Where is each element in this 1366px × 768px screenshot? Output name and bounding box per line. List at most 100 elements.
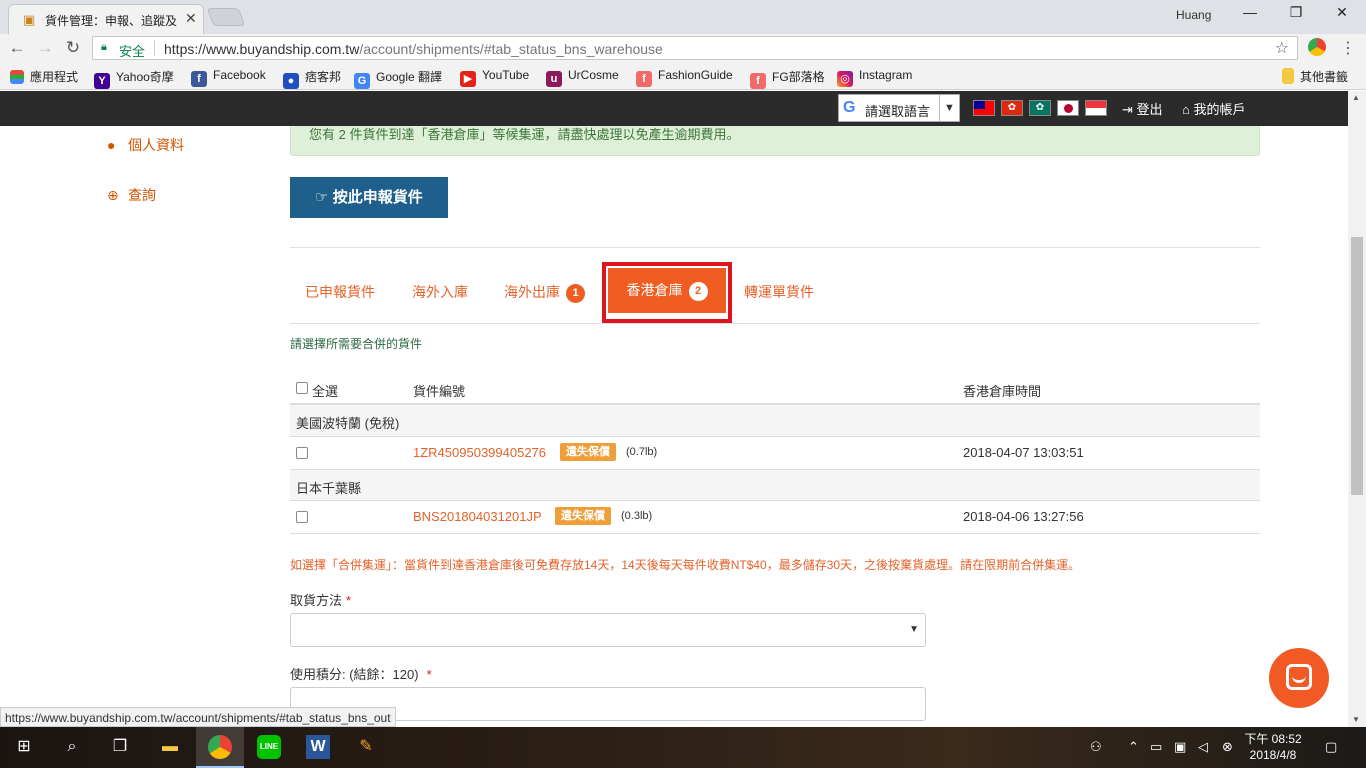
- pickup-method-select[interactable]: ▼: [290, 613, 926, 647]
- flag-macau-icon[interactable]: ✿: [1029, 100, 1051, 116]
- declare-shipment-button[interactable]: ☞ 按此申報貨件: [290, 177, 448, 218]
- tab-label: 海外出庫: [504, 284, 560, 300]
- paint-icon[interactable]: ✎: [354, 735, 378, 759]
- tracking-link[interactable]: 1ZR450950399405276: [413, 445, 546, 460]
- user-icon: ●: [107, 137, 116, 153]
- taskbar-clock[interactable]: 下午 08:52 2018/4/8: [1238, 731, 1308, 763]
- bookmark-yahoo[interactable]: Y Yahoo奇摩: [94, 68, 174, 89]
- scroll-down-icon[interactable]: ▼: [1352, 715, 1360, 724]
- group-name: 美國波特蘭 (免稅): [296, 416, 400, 431]
- page-scrollbar[interactable]: ▲ ▼: [1348, 91, 1366, 727]
- sidebar-item-inquiry[interactable]: ⊕ 查詢: [107, 185, 156, 205]
- bookmark-label: Yahoo奇摩: [116, 70, 174, 84]
- word-icon[interactable]: W: [306, 735, 330, 759]
- tab-label: 香港倉庫: [626, 282, 683, 298]
- sidebar-item-label: 個人資料: [128, 137, 184, 153]
- table-row: BNS201804031201JP 遺失保償 (0.3lb) 2018-04-0…: [290, 501, 1260, 534]
- close-tab-icon[interactable]: ✕: [185, 10, 197, 27]
- bookmark-facebook[interactable]: f Facebook: [191, 68, 266, 87]
- tab-overseas-out[interactable]: 海外出庫 1: [504, 282, 585, 303]
- flag-hongkong-icon[interactable]: ✿: [1001, 100, 1023, 116]
- status-bar-url: https://www.buyandship.com.tw/account/sh…: [0, 707, 396, 727]
- divider: [290, 323, 1260, 324]
- pickup-label: 取貨方法 *: [290, 590, 351, 609]
- profile-name[interactable]: Huang: [1176, 8, 1211, 22]
- select-all-checkbox[interactable]: [296, 382, 308, 394]
- bookmark-youtube[interactable]: ▶ YouTube: [460, 68, 529, 87]
- bookmark-apps[interactable]: 應用程式: [10, 68, 78, 85]
- new-tab-button[interactable]: [206, 8, 246, 26]
- tab-count-badge: 1: [566, 284, 585, 303]
- required-mark: *: [346, 593, 352, 608]
- task-view-icon[interactable]: ❐: [108, 735, 132, 759]
- bookmark-label: 其他書籤: [1300, 70, 1349, 84]
- language-select[interactable]: G 請選取語言 ▼: [838, 94, 960, 122]
- weight: (0.7lb): [626, 446, 658, 458]
- account-link[interactable]: ⌂ 我的帳戶: [1182, 99, 1245, 118]
- tab-label: 海外入庫: [412, 284, 468, 300]
- flag-singapore-icon[interactable]: [1085, 100, 1107, 116]
- bookmark-urcosme[interactable]: u UrCosme: [546, 68, 619, 87]
- flag-japan-icon[interactable]: [1057, 100, 1079, 116]
- battery-icon[interactable]: ▭: [1150, 739, 1162, 755]
- url-main: https://www.buyandship.com.tw: [164, 41, 360, 57]
- bookmark-instagram[interactable]: ◎ Instagram: [837, 68, 912, 87]
- extension-icon[interactable]: [1308, 38, 1326, 56]
- windows-taskbar: ⊞ ⌕ ❐ ▬ LINE W ✎ ⚇ ⌃ ▭ ▣ ◁ ⊗ 下午 08:52 20…: [0, 727, 1366, 768]
- browser-tab-active[interactable]: ▣ 貨件管理：申報、追蹤及 ✕: [8, 4, 204, 34]
- bookmark-star-icon[interactable]: ☆: [1275, 38, 1289, 58]
- bookmark-pixnet[interactable]: ● 痞客邦: [283, 68, 341, 89]
- tab-hk-warehouse[interactable]: 香港倉庫 2: [608, 268, 726, 313]
- url-text: https://www.buyandship.com.tw/account/sh…: [164, 41, 663, 57]
- bookmark-google-translate[interactable]: G Google 翻譯: [354, 68, 442, 89]
- address-bar[interactable]: 🔒︎ 安全 https://www.buyandship.com.tw/acco…: [92, 36, 1298, 60]
- lifebuoy-icon: ⊕: [107, 187, 119, 203]
- youtube-icon: ▶: [460, 71, 476, 87]
- sidebar-item-profile[interactable]: ● 個人資料: [107, 135, 184, 155]
- tab-title: 貨件管理：申報、追蹤及: [45, 14, 178, 28]
- chrome-menu-icon[interactable]: ⋮: [1340, 38, 1356, 58]
- row-checkbox[interactable]: [296, 447, 308, 459]
- chrome-icon[interactable]: [208, 735, 232, 759]
- pixnet-icon: ●: [283, 73, 299, 89]
- warehouse-time: 2018-04-07 13:03:51: [963, 445, 1084, 460]
- scrollbar-thumb[interactable]: [1351, 237, 1363, 495]
- logout-icon: ⇥: [1122, 102, 1137, 117]
- bookmark-label: UrCosme: [568, 68, 619, 82]
- network-icon[interactable]: ▣: [1174, 739, 1186, 755]
- tray-chevron-icon[interactable]: ⌃: [1128, 739, 1139, 755]
- yahoo-icon: Y: [94, 73, 110, 89]
- people-icon[interactable]: ⚇: [1090, 739, 1102, 755]
- restore-icon[interactable]: ❐: [1276, 4, 1316, 26]
- row-checkbox[interactable]: [296, 511, 308, 523]
- scroll-up-icon[interactable]: ▲: [1352, 93, 1360, 102]
- bookmark-fashionguide[interactable]: f FashionGuide: [636, 68, 733, 87]
- close-window-icon[interactable]: ✕: [1322, 4, 1362, 26]
- notification-off-icon[interactable]: ⊗: [1222, 739, 1233, 755]
- back-icon[interactable]: ←: [6, 37, 28, 59]
- reload-icon[interactable]: ↻: [62, 37, 84, 59]
- tab-overseas-in[interactable]: 海外入庫: [412, 282, 468, 302]
- bookmark-fg-blog[interactable]: f FG部落格: [750, 68, 825, 89]
- tab-declared[interactable]: 已申報貨件: [305, 282, 375, 302]
- logout-link[interactable]: ⇥ 登出: [1122, 99, 1163, 118]
- tracking-link[interactable]: BNS201804031201JP: [413, 509, 542, 524]
- action-center-icon[interactable]: ▢: [1325, 739, 1337, 755]
- bookmark-other[interactable]: 其他書籤: [1282, 68, 1348, 85]
- windows-start-icon[interactable]: ⊞: [12, 735, 36, 759]
- header-tracking: 貨件編號: [413, 384, 466, 399]
- minimize-icon[interactable]: —: [1230, 4, 1270, 26]
- forward-icon[interactable]: →: [34, 37, 56, 59]
- chat-button[interactable]: [1269, 648, 1329, 708]
- flag-canton: [974, 101, 985, 109]
- tab-transfer[interactable]: 轉運單貨件: [744, 282, 814, 302]
- address-separator: [154, 40, 155, 56]
- volume-icon[interactable]: ◁: [1198, 739, 1208, 755]
- search-icon[interactable]: ⌕: [60, 735, 84, 759]
- line-icon[interactable]: LINE: [257, 735, 281, 759]
- flag-taiwan-icon[interactable]: [973, 100, 995, 116]
- secure-label: 安全: [119, 44, 146, 59]
- group-row: 日本千葉縣: [290, 470, 1260, 501]
- folder-icon: [1282, 68, 1294, 84]
- file-explorer-icon[interactable]: ▬: [158, 735, 182, 759]
